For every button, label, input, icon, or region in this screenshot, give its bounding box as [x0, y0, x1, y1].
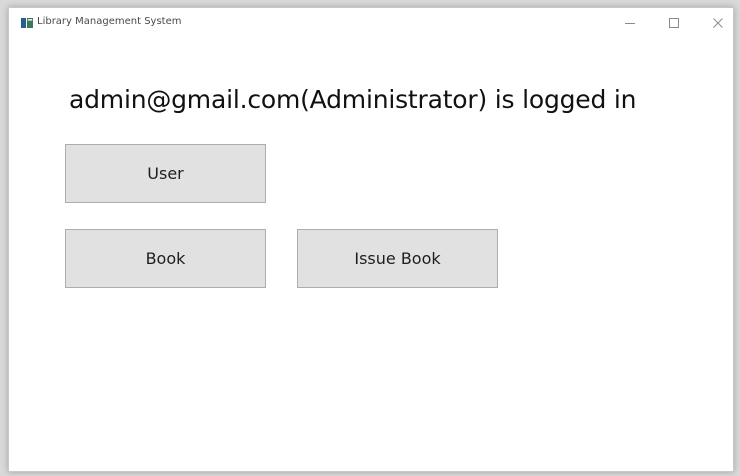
library-app-icon — [21, 18, 33, 28]
title-bar[interactable]: Library Management System — [9, 8, 733, 40]
close-button[interactable] — [701, 8, 735, 38]
issue-book-button[interactable]: Issue Book — [297, 229, 498, 288]
login-status-label: admin@gmail.com(Administrator) is logged… — [69, 85, 637, 114]
close-icon — [713, 18, 723, 28]
minimize-button[interactable] — [613, 8, 647, 38]
app-window: Library Management System admin@gmail.co… — [8, 7, 734, 472]
maximize-button[interactable] — [657, 8, 691, 38]
main-content: admin@gmail.com(Administrator) is logged… — [9, 40, 733, 472]
user-button[interactable]: User — [65, 144, 266, 203]
minimize-icon — [625, 23, 635, 24]
maximize-icon — [669, 18, 679, 28]
window-title: Library Management System — [37, 16, 182, 27]
book-button[interactable]: Book — [65, 229, 266, 288]
